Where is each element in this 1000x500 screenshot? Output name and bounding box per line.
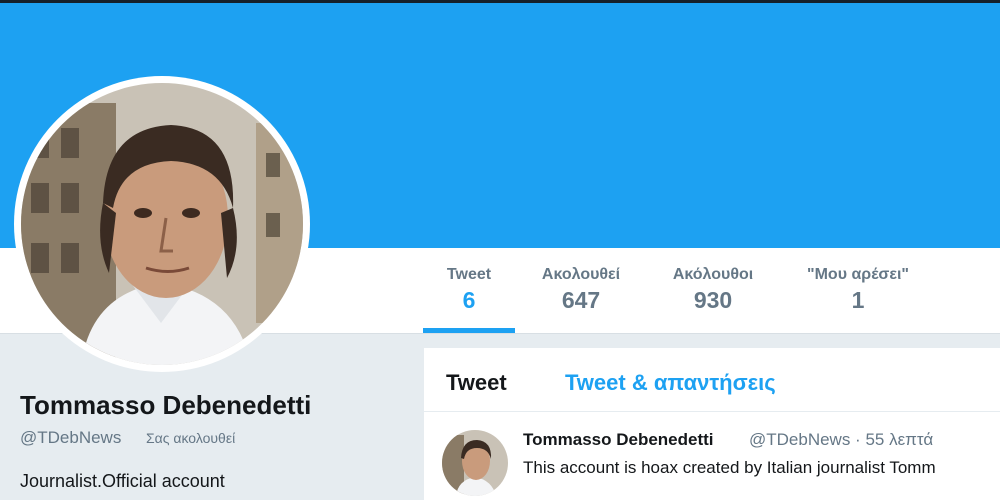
timeline-tabs: Tweet Tweet & απαντήσεις [424,348,1000,412]
avatar-photo [21,83,303,365]
tab-tweets-replies[interactable]: Tweet & απαντήσεις [565,370,776,396]
stat-label: Tweet [446,266,492,283]
stat-value: 6 [462,287,476,313]
follows-you-badge: Σας ακολουθεί [146,430,236,446]
stat-tweets[interactable]: Tweet 6 [430,266,508,314]
tweet-meta: @TDebNews · 55 λεπτά [749,430,934,449]
profile-handle[interactable]: @TDebNews [20,428,121,448]
stat-label: Ακολουθεί [541,266,621,283]
stat-label: "Μου αρέσει" [807,266,909,283]
tab-tweets[interactable]: Tweet [446,370,507,396]
tweet-text: This account is hoax created by Italian … [523,458,936,477]
tweet-avatar[interactable] [442,430,508,496]
stat-likes[interactable]: "Μου αρέσει" 1 [793,266,923,314]
profile-bio: Journalist.Official account [20,471,225,491]
tweet-author-name[interactable]: Tommasso Debenedetti [523,430,714,450]
profile-avatar[interactable] [14,76,310,372]
active-tab-indicator [423,328,515,333]
stat-following[interactable]: Ακολουθεί 647 [527,266,635,314]
stat-followers[interactable]: Ακόλουθοι 930 [658,266,768,314]
stat-value: 647 [561,287,601,313]
profile-name: Tommasso Debenedetti [20,390,312,420]
stat-label: Ακόλουθοι [672,266,754,283]
stat-value: 930 [693,287,733,313]
stat-value: 1 [851,287,865,313]
timeline: Tweet Tweet & απαντήσεις Tommasso Debene… [424,348,1000,500]
